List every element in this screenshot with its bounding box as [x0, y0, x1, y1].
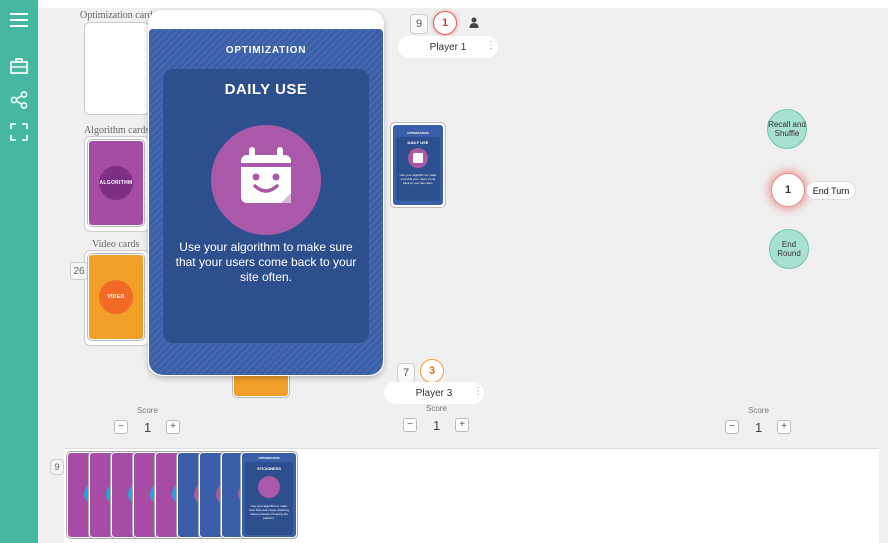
played-card-category: OPTIMIZATION — [407, 131, 429, 135]
calendar-icon — [408, 148, 428, 168]
hand-card-text: Use your algorithm to make sure that use… — [249, 504, 289, 520]
recall-shuffle-button[interactable]: Recall and Shuffle — [767, 109, 807, 149]
score-label-2: Score — [426, 404, 447, 413]
top-strip — [38, 0, 888, 8]
score-increment-1[interactable]: + — [166, 420, 180, 434]
algorithm-deck-card[interactable]: ALGORITHM — [88, 140, 144, 226]
player1-name[interactable]: Player 1 — [398, 36, 498, 58]
hand-card-optimization-stickiness[interactable]: OPTIMIZATION STICKINESS Use your algorit… — [241, 452, 297, 538]
hand-card-count: 9 — [50, 459, 64, 475]
algorithm-deck-label: Algorithm cards — [84, 125, 150, 136]
person-icon[interactable] — [469, 15, 479, 33]
score-value-2: 1 — [433, 418, 441, 433]
hand-card-category: OPTIMIZATION — [258, 456, 280, 460]
player1-card-count: 9 — [410, 14, 428, 34]
player3-name[interactable]: Player 3 — [384, 382, 484, 404]
card-description: Use your algorithm to make sure that you… — [175, 240, 357, 284]
played-card-description: Use your algorithm to make sure that you… — [399, 173, 437, 185]
optimization-deck-slot[interactable] — [84, 22, 150, 115]
played-card[interactable]: OPTIMIZATION DAILY USE Use your algorith… — [390, 122, 446, 208]
hand-card-inner: STICKINESS Use your algorithm to make su… — [245, 462, 293, 535]
player3-score-badge: 3 — [420, 359, 444, 383]
calendar-smile-icon — [211, 125, 321, 235]
card-inner-panel: DAILY USE Use your algorithm to make sur… — [163, 69, 369, 343]
score-value-1: 1 — [144, 420, 152, 435]
player1-score-badge: 1 — [433, 11, 457, 35]
sidebar — [0, 0, 38, 543]
fullscreen-icon[interactable] — [8, 121, 30, 143]
briefcase-icon[interactable] — [8, 55, 30, 77]
chair-icon — [258, 476, 280, 498]
player3-card-count: 7 — [397, 363, 415, 383]
played-card-title: DAILY USE — [407, 140, 429, 145]
card-title: DAILY USE — [224, 81, 308, 98]
played-card-face: OPTIMIZATION DAILY USE Use your algorith… — [393, 125, 443, 205]
score-decrement-3[interactable]: − — [725, 420, 739, 434]
video-deck-label: Video cards — [92, 239, 140, 250]
score-decrement-2[interactable]: − — [403, 418, 417, 432]
card-preview: OPTIMIZATION DAILY USE Use your algorith… — [149, 29, 383, 375]
played-card-inner: DAILY USE Use your algorithm to make sur… — [396, 137, 440, 201]
end-round-button[interactable]: End Round — [769, 229, 809, 269]
score-value-3: 1 — [755, 420, 763, 435]
card-category: OPTIMIZATION — [225, 45, 307, 56]
score-label-3: Score — [748, 406, 769, 415]
share-icon[interactable] — [8, 89, 30, 111]
video-deck-card[interactable]: VIDEO — [88, 254, 144, 340]
end-turn-button[interactable]: End Turn — [806, 181, 856, 200]
optimization-deck-label: Optimization cards — [80, 10, 157, 21]
score-increment-2[interactable]: + — [455, 418, 469, 432]
score-increment-3[interactable]: + — [777, 420, 791, 434]
menu-icon[interactable] — [8, 9, 30, 31]
video-card-circle: VIDEO — [99, 280, 133, 314]
score-label-1: Score — [137, 406, 158, 415]
video-deck-count: 26 — [70, 262, 88, 280]
score-decrement-1[interactable]: − — [114, 420, 128, 434]
end-turn-count[interactable]: 1 — [771, 173, 805, 207]
hand-card-title: STICKINESS — [256, 466, 281, 471]
algorithm-card-circle: ALGORITHM — [99, 166, 133, 200]
player1-menu-icon[interactable]: ⋮ — [486, 40, 496, 51]
player3-menu-icon[interactable]: ⋮ — [473, 386, 483, 397]
